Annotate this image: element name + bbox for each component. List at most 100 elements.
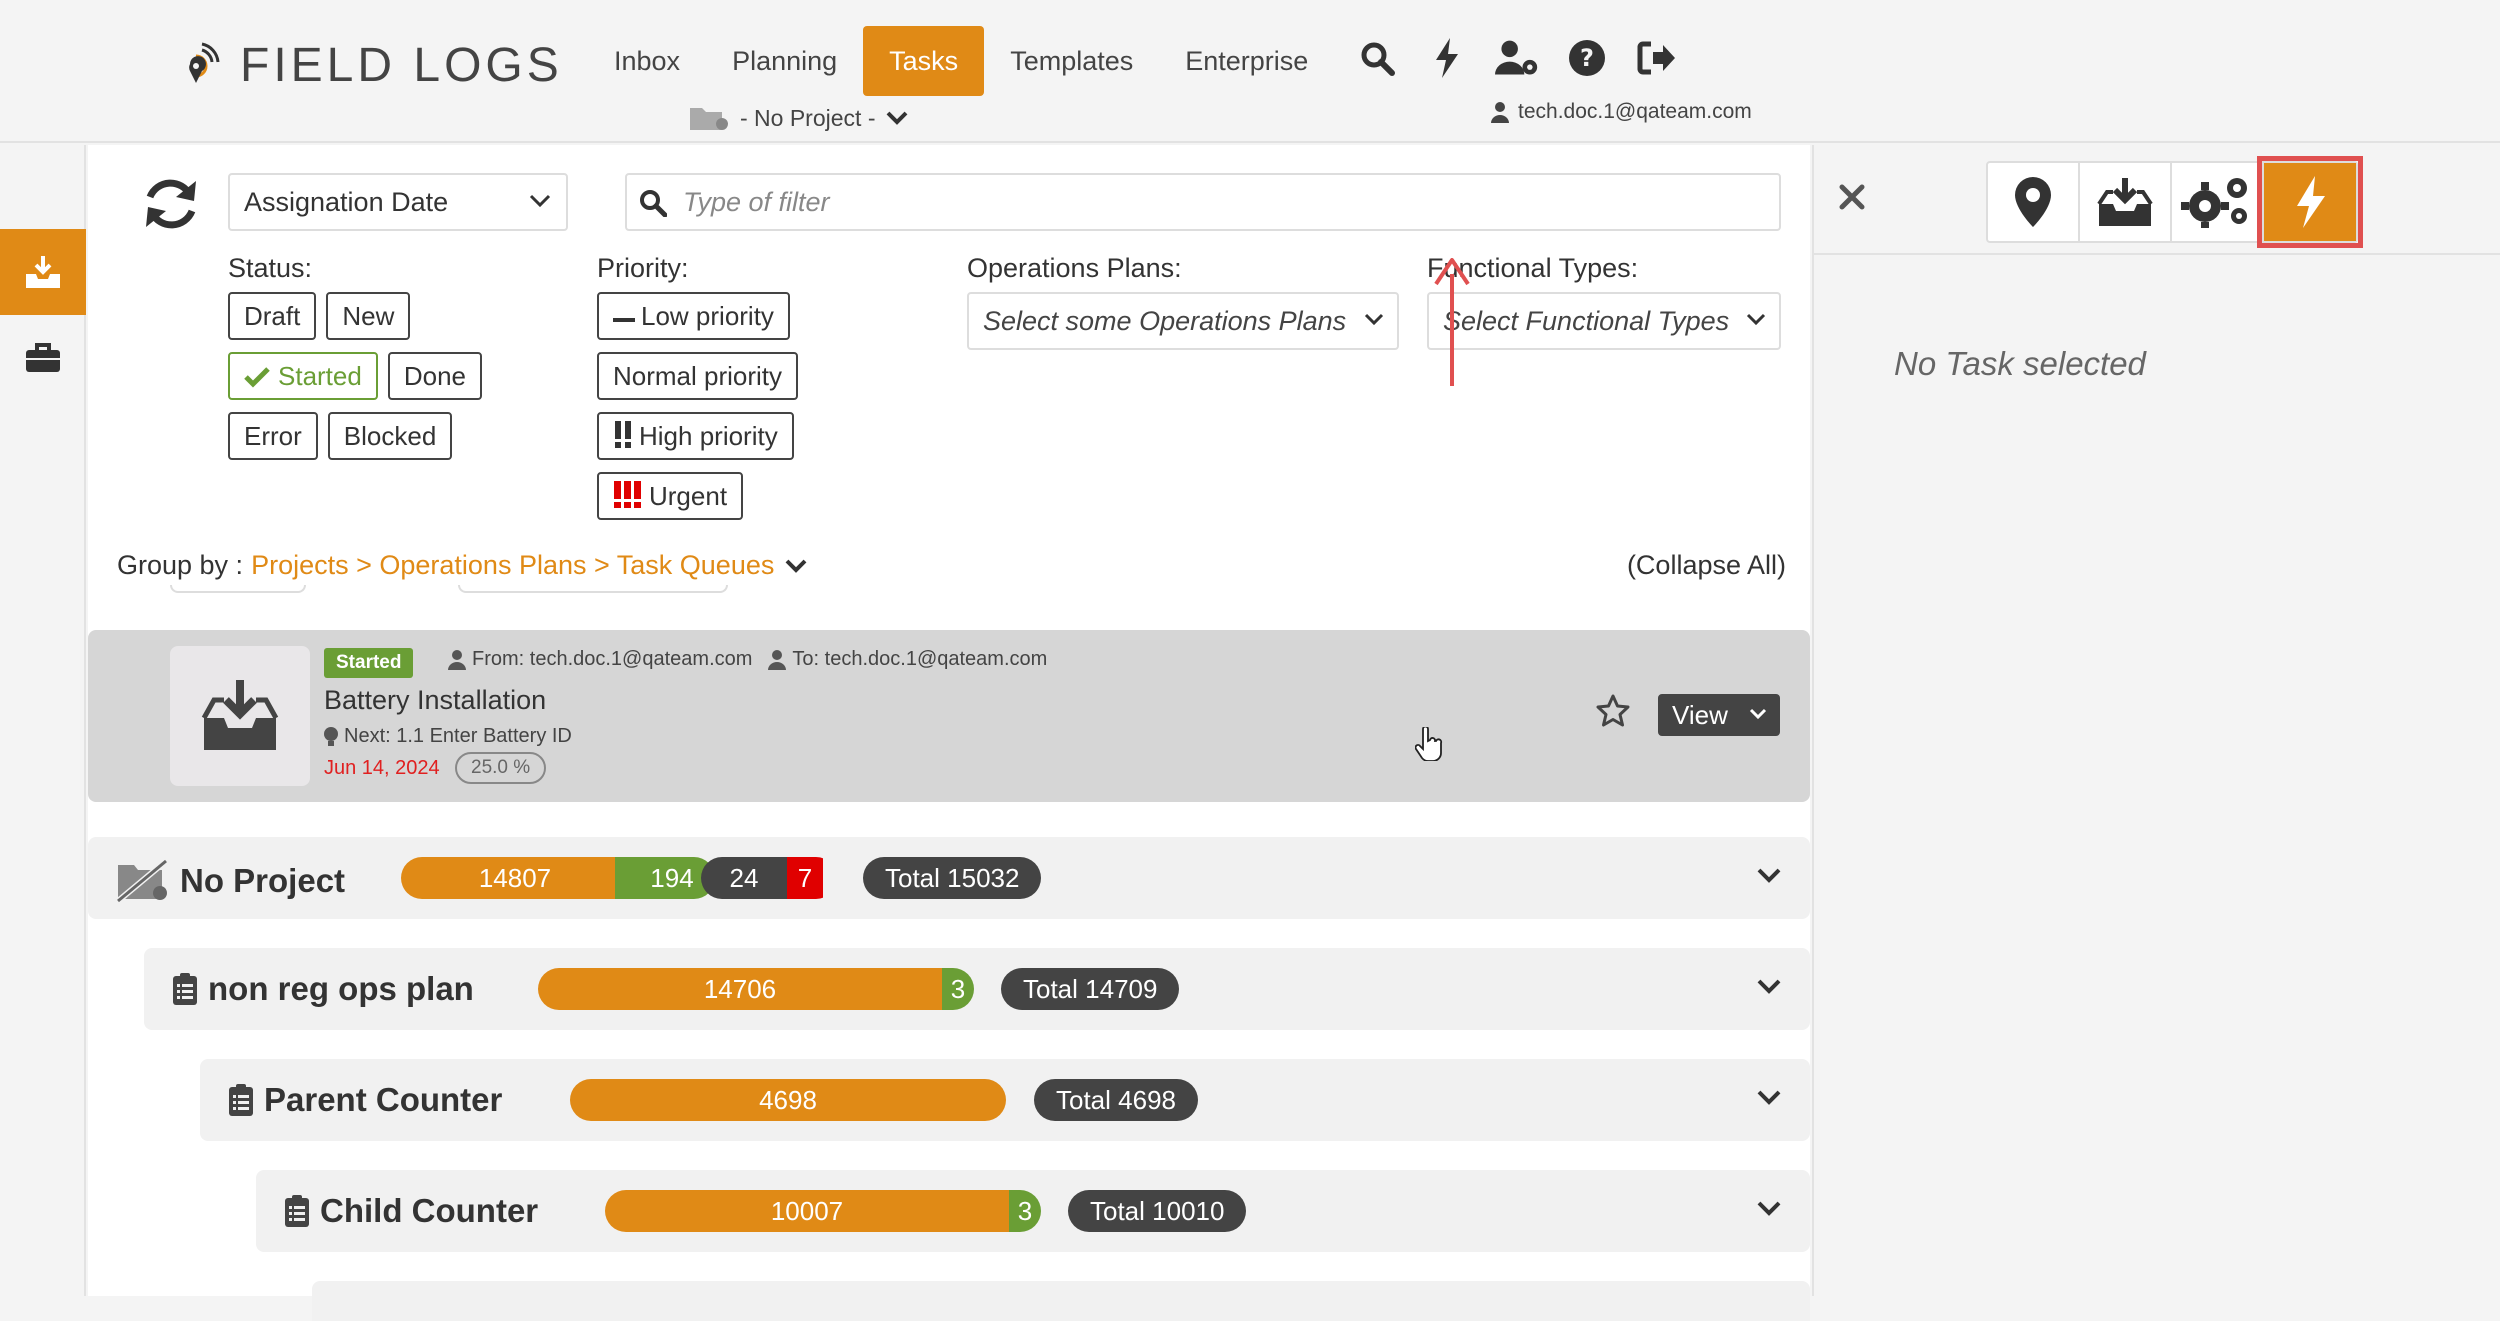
task-card[interactable]: Started From: tech.doc.1@qateam.com To: … [88, 630, 1810, 802]
clipboard-list-icon [229, 1084, 253, 1116]
chip-draft[interactable]: Draft [228, 292, 317, 340]
groupby-path[interactable]: Projects > Operations Plans > Task Queue… [251, 550, 774, 581]
filter-input[interactable]: Type of filter [625, 173, 1781, 231]
project-selector[interactable]: - No Project - [688, 104, 919, 132]
chip-low-priority[interactable]: Low priority [597, 292, 790, 340]
group-total: Total 15032 [863, 857, 1042, 899]
task-next-step: Next: 1.1 Enter Battery ID [324, 725, 572, 748]
inbox-tray-icon [2097, 178, 2153, 226]
user-icon [768, 649, 787, 670]
status-label: Status: [228, 253, 313, 283]
group-name-label: Child Counter [320, 1192, 539, 1229]
group-row-no-project[interactable]: No Project 14807 194 24 7 Total 15032 [88, 837, 1810, 919]
detail-toolbar [1814, 145, 2500, 255]
search-icon[interactable] [1355, 36, 1399, 80]
group-name: Child Counter [284, 1192, 538, 1230]
sort-select[interactable]: Assignation Date [228, 173, 568, 231]
segment-done: 194 [615, 857, 715, 899]
segment-done: 3 [1009, 1190, 1041, 1232]
search-icon [640, 190, 667, 217]
view-button[interactable]: View [1658, 694, 1780, 736]
group-row-non-reg-ops-plan[interactable]: non reg ops plan 14706 3 Total 14709 [144, 948, 1810, 1030]
app-logo[interactable]: FIELD LOGS [182, 38, 563, 93]
nav-tasks[interactable]: Tasks [863, 26, 985, 96]
group-name: non reg ops plan [172, 970, 474, 1008]
detail-tool-group [1986, 156, 2363, 248]
automation-tool-button[interactable] [2257, 156, 2363, 248]
star-icon[interactable] [1595, 693, 1631, 729]
priority-label: Priority: [597, 253, 689, 283]
ops-plans-dropdown[interactable]: Select some Operations Plans [967, 292, 1399, 350]
map-tool-button[interactable] [1988, 163, 2080, 241]
task-type-icon [170, 646, 310, 786]
user-icon [448, 649, 466, 670]
bolt-icon[interactable] [1425, 36, 1469, 80]
functional-types-dropdown[interactable]: Select Functional Types [1427, 292, 1781, 350]
rail-briefcase[interactable] [0, 315, 86, 401]
chevron-down-icon[interactable] [1756, 978, 1782, 996]
chip-done[interactable]: Done [387, 352, 482, 400]
chip-error[interactable]: Error [228, 412, 318, 460]
logout-icon[interactable] [1635, 36, 1679, 80]
triple-exclamation-icon [614, 481, 641, 508]
task-due-date: Jun 14, 2024 [324, 757, 440, 779]
current-user[interactable]: tech.doc.1@qateam.com [1490, 100, 1752, 124]
group-row-next-partial[interactable] [312, 1281, 1810, 1321]
task-detail-panel: No Task selected [1812, 145, 2500, 1296]
bolt-icon [2297, 176, 2325, 228]
chip-started-label: Started [278, 361, 362, 391]
chip-low-label: Low priority [641, 301, 774, 331]
group-progress-bar: 10007 3 [605, 1190, 1041, 1232]
task-to: To: tech.doc.1@qateam.com [792, 648, 1048, 670]
status-badge: Started [324, 648, 414, 678]
task-next-label: Next: 1.1 Enter Battery ID [344, 725, 572, 747]
segment-started: 10007 [605, 1190, 1009, 1232]
chevron-down-icon[interactable] [784, 558, 808, 574]
nav-inbox[interactable]: Inbox [588, 26, 706, 96]
annotation-arrow-icon [1434, 258, 1470, 386]
minus-icon [613, 318, 635, 322]
status-filter: Status: Draft New Started Done Error Blo… [228, 253, 492, 472]
clipboard-list-icon [173, 973, 197, 1005]
help-icon[interactable]: ? [1565, 36, 1609, 80]
group-total: Total 14709 [1001, 968, 1180, 1010]
rail-inbox[interactable] [0, 229, 86, 315]
refresh-button[interactable] [140, 173, 202, 240]
group-row-parent-counter[interactable]: Parent Counter 4698 Total 4698 [200, 1059, 1810, 1141]
app-brand: FIELD LOGS [240, 39, 563, 92]
group-row-child-counter[interactable]: Child Counter 10007 3 Total 10010 [256, 1170, 1810, 1252]
check-icon [244, 367, 270, 388]
chevron-down-icon [887, 111, 908, 125]
chip-started[interactable]: Started [228, 352, 378, 400]
priority-filter: Priority: Low priority Normal priority H… [597, 253, 808, 532]
task-from: From: tech.doc.1@qateam.com [472, 648, 753, 670]
nav-templates[interactable]: Templates [984, 26, 1159, 96]
chip-blocked[interactable]: Blocked [327, 412, 453, 460]
chip-urgent[interactable]: Urgent [597, 472, 744, 520]
chip-normal-priority[interactable]: Normal priority [597, 352, 799, 400]
group-name: Parent Counter [228, 1081, 502, 1119]
chevron-down-icon[interactable] [1756, 1200, 1782, 1218]
nav-planning[interactable]: Planning [706, 26, 863, 96]
group-progress-bar: 4698 [570, 1079, 1006, 1121]
chevron-down-icon [529, 194, 551, 208]
segment-error: 7 [787, 857, 823, 899]
hand-cursor-icon [1415, 727, 1443, 761]
app-header: FIELD LOGS Inbox Planning Tasks Template… [0, 0, 2500, 143]
chevron-down-icon [1749, 708, 1767, 720]
chevron-down-icon[interactable] [1756, 867, 1782, 885]
inbox-tool-button[interactable] [2080, 163, 2172, 241]
segment-started: 14706 [538, 968, 942, 1010]
segment-started: 4698 [570, 1079, 1006, 1121]
user-settings-icon[interactable] [1495, 36, 1539, 80]
collapse-all-link[interactable]: (Collapse All) [1627, 550, 1786, 581]
chip-high-priority[interactable]: High priority [597, 412, 794, 460]
settings-tool-button[interactable] [2172, 163, 2264, 241]
chip-new[interactable]: New [326, 292, 411, 340]
chevron-down-icon[interactable] [1756, 1089, 1782, 1107]
refresh-icon [146, 179, 196, 229]
close-icon[interactable] [1838, 183, 1866, 211]
group-progress-bar: 14706 3 [538, 968, 974, 1010]
nav-enterprise[interactable]: Enterprise [1159, 26, 1334, 96]
svg-text:?: ? [1580, 44, 1594, 72]
